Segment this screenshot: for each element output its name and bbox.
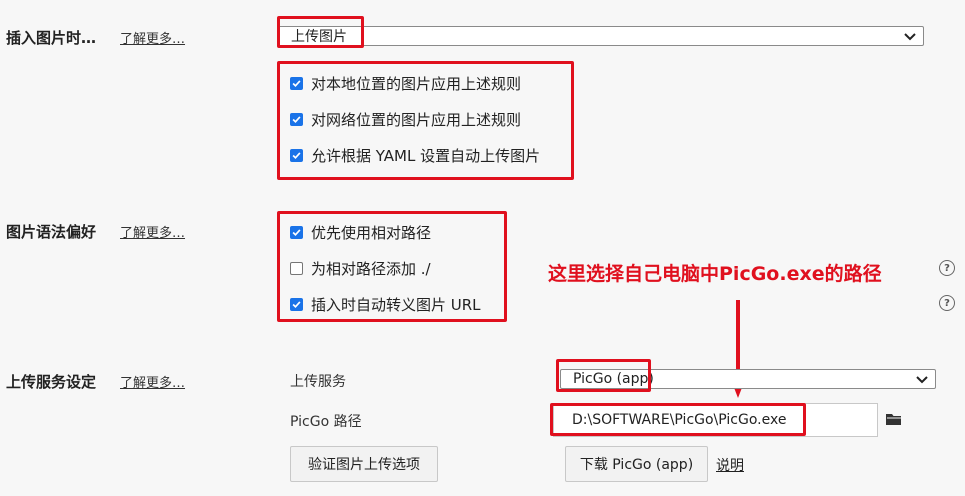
picgo-path-label: PicGo 路径: [290, 414, 362, 430]
annotation-text: 这里选择自己电脑中PicGo.exe的路径: [548, 263, 882, 285]
image-syntax-learn-more-link[interactable]: 了解更多…: [120, 222, 185, 241]
upload-service-label: 上传服务: [290, 374, 346, 390]
highlight-box-path: [550, 403, 806, 436]
insert-image-dropdown[interactable]: 上传图片: [278, 26, 924, 46]
help-link[interactable]: 说明: [716, 455, 744, 475]
highlight-box-dropdown: [277, 16, 364, 48]
highlight-box-insert-options: [277, 61, 574, 180]
upload-service-learn-more-link[interactable]: 了解更多…: [120, 372, 185, 391]
insert-image-learn-more-link[interactable]: 了解更多…: [120, 28, 185, 47]
chevron-down-icon: [916, 376, 928, 384]
upload-service-title: 上传服务设定: [6, 373, 97, 391]
chevron-down-icon: [904, 33, 916, 41]
download-picgo-button[interactable]: 下载 PicGo (app): [565, 446, 708, 482]
verify-upload-button[interactable]: 验证图片上传选项: [290, 446, 438, 482]
highlight-box-syntax-options: [277, 211, 507, 322]
highlight-box-service: [556, 359, 651, 392]
insert-image-title: 插入图片时…: [6, 29, 97, 47]
question-circle-icon[interactable]: ?: [939, 260, 955, 276]
folder-icon[interactable]: [886, 413, 902, 426]
question-circle-icon[interactable]: ?: [939, 295, 955, 311]
image-syntax-title: 图片语法偏好: [6, 223, 97, 241]
